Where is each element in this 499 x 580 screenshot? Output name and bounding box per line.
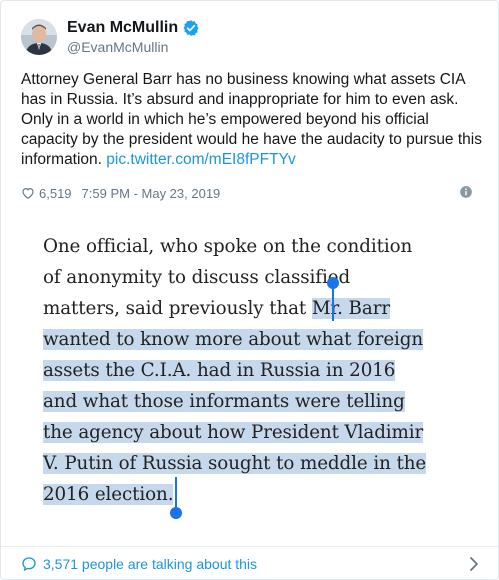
excerpt-highlight: wanted to know more about what foreign [43,329,424,350]
excerpt-line-highlighted: 2016 election. [43,479,475,510]
excerpt-line-highlighted: and what those informants were telling [43,386,475,417]
name-row: Evan McMullin [67,19,200,37]
user-names: Evan McMullin @EvanMcMullin [67,19,200,55]
tweet-card: Evan McMullin @EvanMcMullin Attorney Gen… [0,0,499,580]
excerpt-text: matters, said previously that [43,298,312,319]
selection-start-caret [332,283,334,321]
verified-badge-icon [182,19,200,37]
excerpt-highlight: assets the C.I.A. had in Russia in 2016 [43,360,396,381]
excerpt-highlight: 2016 election. [43,484,174,505]
chevron-right-icon[interactable] [467,556,481,572]
selection-end-handle[interactable] [170,507,182,519]
speech-bubble-icon [21,556,37,572]
article-excerpt: One official, who spoke on the condition… [43,231,475,510]
footer-divider [1,546,499,547]
tweet-meta: 6,519 7:59 PM - May 23, 2019 [21,183,481,203]
info-icon[interactable] [459,185,473,199]
display-name[interactable]: Evan McMullin [67,19,178,37]
excerpt-highlight: V. Putin of Russia sought to meddle in t… [43,453,427,474]
like-count[interactable]: 6,519 [39,186,72,201]
user-handle[interactable]: @EvanMcMullin [67,39,200,55]
excerpt-highlight: and what those informants were telling [43,391,405,412]
excerpt-line: of anonymity to discuss classified [43,267,351,288]
tweet-text: Attorney General Barr has no business kn… [21,70,483,170]
excerpt-line-highlighted: V. Putin of Russia sought to meddle in t… [43,448,475,479]
excerpt-highlight: Mr. Barr [311,298,390,319]
tweet-header: Evan McMullin @EvanMcMullin [21,15,481,59]
excerpt-line: One official, who spoke on the condition [43,236,413,257]
tweet-media-image[interactable]: One official, who spoke on the condition… [21,215,481,535]
excerpt-highlight: the agency about how President Vladimir [43,422,424,443]
avatar[interactable] [21,19,57,55]
conversation-footer[interactable]: 3,571 people are talking about this [21,553,481,575]
excerpt-line-highlighted: wanted to know more about what foreign [43,324,475,355]
talking-about-link[interactable]: 3,571 people are talking about this [43,556,257,572]
tweet-media-link[interactable]: pic.twitter.com/mEI8fPFTYv [106,151,296,168]
excerpt-line-highlighted: assets the C.I.A. had in Russia in 2016 [43,355,475,386]
excerpt-line-highlighted: the agency about how President Vladimir [43,417,475,448]
tweet-timestamp[interactable]: 7:59 PM - May 23, 2019 [82,186,221,201]
excerpt-line: matters, said previously that Mr. Barr [43,293,475,324]
heart-icon[interactable] [21,186,35,200]
